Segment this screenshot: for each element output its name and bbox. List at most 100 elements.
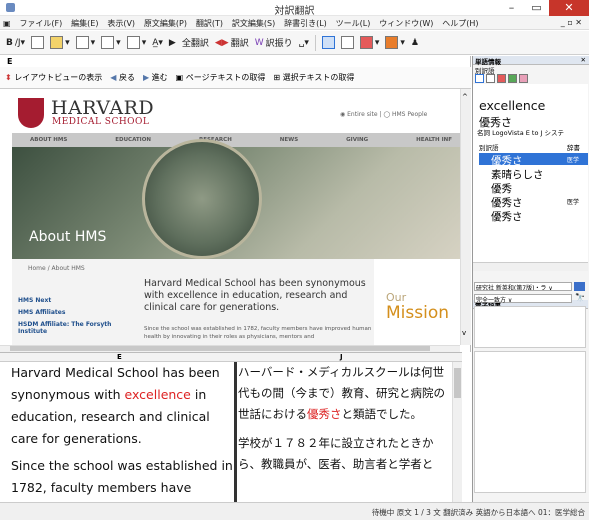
search-icon[interactable]: [486, 74, 495, 83]
site-nav: ABOUT HMS EDUCATION RESEARCH NEWS GIVING…: [12, 133, 460, 147]
target-sentence-1[interactable]: ハーバード・メディカルスクールは何世代もの間（今まで）教育、研究と病院の世話にお…: [238, 362, 452, 425]
candidate-item[interactable]: 優秀: [479, 181, 588, 195]
pane-divider[interactable]: [234, 362, 237, 502]
binoculars-icon[interactable]: 🔭: [575, 293, 585, 302]
candidate-item[interactable]: 優秀さ 医学: [479, 153, 588, 167]
register-icon[interactable]: [508, 74, 517, 83]
print-button[interactable]: ▾: [75, 36, 95, 49]
logo-name: HARVARD: [51, 97, 155, 119]
word-info-hscrollbar[interactable]: [473, 262, 588, 271]
browser-toolbar: ⬍ レイアウトビューの表示 ◀ 戻る ▶ 進む ▣ ページテキストの取得 ⊞ 選…: [0, 67, 471, 89]
highlighted-translation[interactable]: 優秀さ: [307, 407, 342, 421]
dictionary-button[interactable]: ▾: [359, 36, 379, 49]
intro-heading: Harvard Medical School has been synonymo…: [144, 278, 366, 313]
nav-giving[interactable]: GIVING: [346, 137, 368, 143]
play-icon[interactable]: ▶: [169, 38, 176, 48]
tag-icon[interactable]: [519, 74, 528, 83]
editor-headers: E J: [0, 352, 462, 362]
nav-news[interactable]: NEWS: [280, 137, 298, 143]
get-page-text-button[interactable]: ▣ ページテキストの取得: [176, 72, 266, 83]
translation-pane[interactable]: ハーバード・メディカルスクールは何世代もの間（今まで）教育、研究と病院の世話にお…: [238, 362, 452, 502]
intro-body: Since the school was established in 1782…: [144, 326, 372, 340]
forward-button[interactable]: ▶ 進む: [143, 72, 168, 83]
menu-icon: ▣: [3, 19, 11, 28]
mission-label[interactable]: Mission: [386, 303, 449, 323]
close-icon[interactable]: ✕: [549, 0, 589, 16]
word-info-title: 単語情報 ✕: [473, 56, 589, 66]
target-sentence-2[interactable]: 学校が１７８２年に設立されたときから、教職員が、医者、助言者と学者と: [238, 433, 452, 475]
source-text-pane[interactable]: Harvard Medical School has been synonymo…: [11, 362, 233, 502]
match-mode-select[interactable]: 完全一致方 ∨: [474, 294, 572, 304]
translate-button[interactable]: ◀▶ 翻訳: [215, 36, 249, 50]
child-window-controls[interactable]: _ ▫ ✕: [558, 16, 585, 27]
sidebar-link-forsyth[interactable]: HSDM Affiliate: The Forsyth Institute: [18, 321, 128, 335]
sidebar-link-hms-next[interactable]: HMS Next: [18, 297, 51, 304]
layout-button[interactable]: ▾: [101, 36, 121, 49]
menu-window[interactable]: ウィンドウ(W): [376, 16, 436, 29]
maximize-icon[interactable]: ▭: [524, 0, 549, 16]
highlighted-word[interactable]: excellence: [125, 387, 191, 402]
split-view-icon[interactable]: [321, 36, 335, 49]
close-icon[interactable]: ✕: [581, 56, 586, 64]
source-pane-label: E: [117, 353, 122, 361]
menu-translate[interactable]: 翻訳(T): [193, 16, 226, 29]
dictionary-content[interactable]: [474, 351, 586, 493]
nav-health[interactable]: HEALTH INF: [416, 137, 452, 143]
show-layout-button[interactable]: ⬍ レイアウトビューの表示: [5, 72, 102, 83]
scroll-thumb[interactable]: [10, 346, 430, 351]
menu-target-edit[interactable]: 訳文編集(S): [229, 16, 278, 29]
candidate-item[interactable]: 優秀さ 医学: [479, 195, 588, 209]
scroll-thumb[interactable]: [454, 368, 461, 398]
scroll-down-icon[interactable]: v: [462, 329, 466, 337]
pane-label-english: E: [7, 57, 13, 66]
dictionary-results[interactable]: [474, 306, 586, 348]
nav-about[interactable]: ABOUT HMS: [30, 137, 67, 143]
font-button[interactable]: A̲▾: [152, 38, 163, 48]
full-translate-button[interactable]: 全翻訳: [182, 36, 209, 49]
dictionary-book-icon[interactable]: [574, 282, 585, 291]
web-vertical-scrollbar[interactable]: ^ v: [460, 89, 471, 345]
tree-icon[interactable]: [475, 74, 484, 83]
candidate-item[interactable]: 素晴らしさ: [479, 167, 588, 181]
menu-help[interactable]: ヘルプ(H): [439, 16, 481, 29]
back-button[interactable]: ◀ 戻る: [110, 72, 135, 83]
get-selected-text-button[interactable]: ⊞ 選択テキストの取得: [273, 72, 354, 83]
new-document-icon[interactable]: [31, 36, 45, 49]
lookup-button[interactable]: W 訳振り: [255, 36, 293, 50]
word-entry: excellence 優秀さ 名詞 LogoVista E to J システ 別…: [473, 84, 588, 262]
scroll-up-icon[interactable]: ^: [462, 93, 468, 101]
dictionary-icon[interactable]: [497, 74, 506, 83]
open-file-button[interactable]: ▾: [50, 36, 70, 49]
title-bar: 対訳翻訳 – ▭ ✕: [0, 0, 589, 17]
menu-bar: ▣ ファイル(F) 編集(E) 表示(V) 原文編集(P) 翻訳(T) 訳文編集…: [0, 16, 589, 30]
menu-file[interactable]: ファイル(F): [16, 16, 65, 29]
editor-scrollbar[interactable]: [452, 362, 462, 502]
menu-edit[interactable]: 編集(E): [68, 16, 101, 29]
user-dictionary-icon[interactable]: ♟: [411, 38, 419, 48]
headword: excellence: [479, 98, 546, 113]
space-button[interactable]: ␣▾: [299, 38, 309, 48]
part-of-speech: 名詞 LogoVista E to J システ: [477, 129, 564, 137]
columns-button[interactable]: ▾: [126, 36, 146, 49]
right-panel: 単語情報 ✕ 別訳語 excellence 優秀さ 名詞 LogoVista E …: [472, 56, 589, 502]
menu-source-edit[interactable]: 原文編集(P): [141, 16, 190, 29]
horizontal-view-icon[interactable]: [340, 36, 354, 49]
hero-image: About HMS: [12, 139, 460, 259]
search-scope-options[interactable]: ◉ Entire site | ◯ HMS People: [340, 111, 427, 118]
minimize-icon[interactable]: –: [499, 0, 524, 16]
candidate-item[interactable]: 優秀さ: [479, 209, 588, 223]
nav-education[interactable]: EDUCATION: [115, 137, 151, 143]
export-button[interactable]: ▾: [385, 36, 405, 49]
status-bar: 待機中 原文 1 / 3 文 翻訳済み 英語から日本語へ 01：医学総合: [0, 502, 589, 520]
source-sentence-1[interactable]: Harvard Medical School has been synonymo…: [11, 362, 233, 450]
web-horizontal-scrollbar[interactable]: [0, 345, 460, 352]
menu-tools[interactable]: ツール(L): [333, 16, 374, 29]
source-sentence-2[interactable]: Since the school was established in 1782…: [11, 455, 233, 499]
dictionary-select[interactable]: 研究社 新英和(第7版)・ラ ∨: [474, 282, 572, 291]
menu-view[interactable]: 表示(V): [104, 16, 138, 29]
menu-dictionary[interactable]: 辞書引き(L): [281, 16, 330, 29]
bilingual-mode-button[interactable]: B/J▾: [6, 38, 25, 48]
tab-alternatives[interactable]: 別訳語: [473, 65, 589, 75]
harvard-logo[interactable]: HARVARD MEDICAL SCHOOL: [18, 97, 154, 129]
sidebar-link-affiliates[interactable]: HMS Affiliates: [18, 309, 65, 316]
